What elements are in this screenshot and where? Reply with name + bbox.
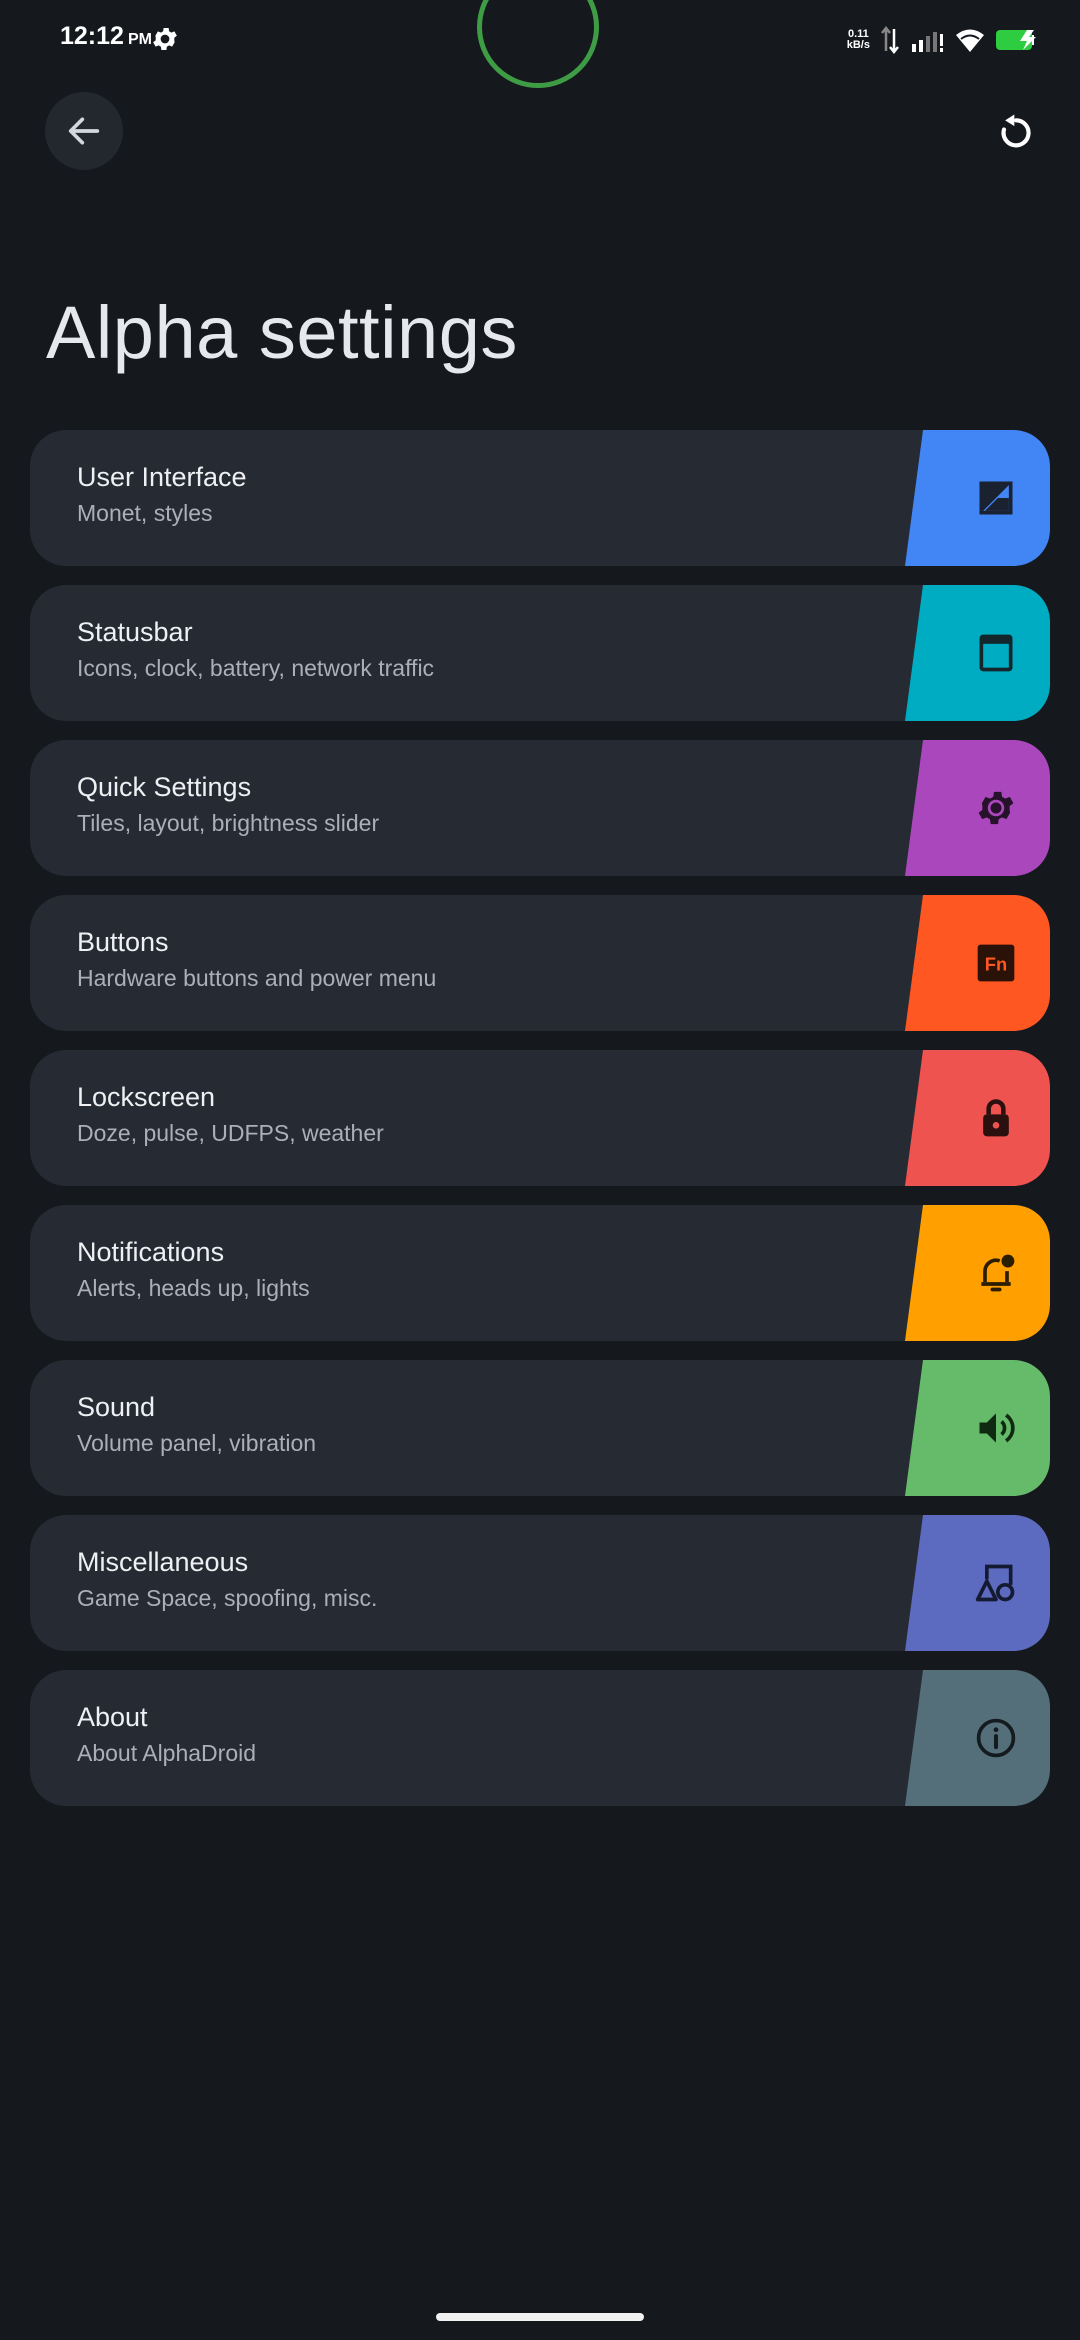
back-button[interactable] <box>45 92 123 170</box>
data-transfer-icon <box>881 25 899 55</box>
settings-item-statusbar[interactable]: Statusbar Icons, clock, battery, network… <box>30 585 1050 721</box>
item-subtitle: Volume panel, vibration <box>77 1430 317 1456</box>
gear-icon <box>978 791 1014 825</box>
settings-gear-icon <box>153 28 177 50</box>
item-subtitle: Doze, pulse, UDFPS, weather <box>77 1120 384 1146</box>
home-indicator[interactable] <box>436 2313 644 2321</box>
item-title: Statusbar <box>77 617 193 647</box>
item-title: Buttons <box>77 927 169 957</box>
settings-item-sound[interactable]: Sound Volume panel, vibration <box>30 1360 1050 1496</box>
status-bar: 12:12 PM 0.11 kB/s <box>0 0 1080 88</box>
item-subtitle: Hardware buttons and power menu <box>77 965 437 991</box>
settings-list: User Interface Monet, styles Statusbar I… <box>30 430 1050 1825</box>
wifi-icon <box>956 29 984 52</box>
statusbar-icon <box>979 634 1013 672</box>
fn-key-icon: Fn <box>977 944 1015 982</box>
item-title: Miscellaneous <box>77 1547 249 1577</box>
page-title: Alpha settings <box>46 291 518 374</box>
item-subtitle: Game Space, spoofing, misc. <box>77 1585 378 1611</box>
item-subtitle: Alerts, heads up, lights <box>77 1275 310 1301</box>
status-time: 12:12 PM <box>60 22 152 50</box>
item-title: Quick Settings <box>77 772 252 802</box>
item-title: User Interface <box>77 462 247 492</box>
settings-item-lockscreen[interactable]: Lockscreen Doze, pulse, UDFPS, weather <box>30 1050 1050 1186</box>
item-title: Sound <box>77 1392 156 1422</box>
network-speed: 0.11 kB/s <box>846 28 870 51</box>
lock-icon <box>983 1099 1009 1137</box>
theme-icon <box>979 481 1013 515</box>
settings-item-about[interactable]: About About AlphaDroid <box>30 1670 1050 1806</box>
item-subtitle: Monet, styles <box>77 500 213 526</box>
item-subtitle: Icons, clock, battery, network traffic <box>77 655 435 681</box>
reset-icon <box>1001 114 1031 148</box>
settings-item-quick-settings[interactable]: Quick Settings Tiles, layout, brightness… <box>30 740 1050 876</box>
svg-text:Fn: Fn <box>985 953 1007 974</box>
settings-item-notifications[interactable]: Notifications Alerts, heads up, lights <box>30 1205 1050 1341</box>
item-title: Notifications <box>77 1237 225 1267</box>
shapes-icon <box>975 1564 1015 1602</box>
item-subtitle: About AlphaDroid <box>77 1740 257 1766</box>
info-icon <box>976 1718 1016 1758</box>
arrow-left-icon <box>68 117 100 145</box>
item-title: About <box>77 1702 148 1732</box>
settings-item-buttons[interactable]: Buttons Hardware buttons and power menu … <box>30 895 1050 1031</box>
battery-charging-icon <box>996 30 1036 50</box>
settings-item-user-interface[interactable]: User Interface Monet, styles <box>30 430 1050 566</box>
item-subtitle: Tiles, layout, brightness slider <box>77 810 380 836</box>
bell-icon <box>981 1254 1015 1292</box>
camera-cutout <box>477 0 599 88</box>
signal-icon <box>912 32 943 52</box>
settings-item-miscellaneous[interactable]: Miscellaneous Game Space, spoofing, misc… <box>30 1515 1050 1651</box>
item-title: Lockscreen <box>77 1082 216 1112</box>
reset-button[interactable] <box>992 108 1040 156</box>
speaker-icon <box>979 1413 1015 1443</box>
